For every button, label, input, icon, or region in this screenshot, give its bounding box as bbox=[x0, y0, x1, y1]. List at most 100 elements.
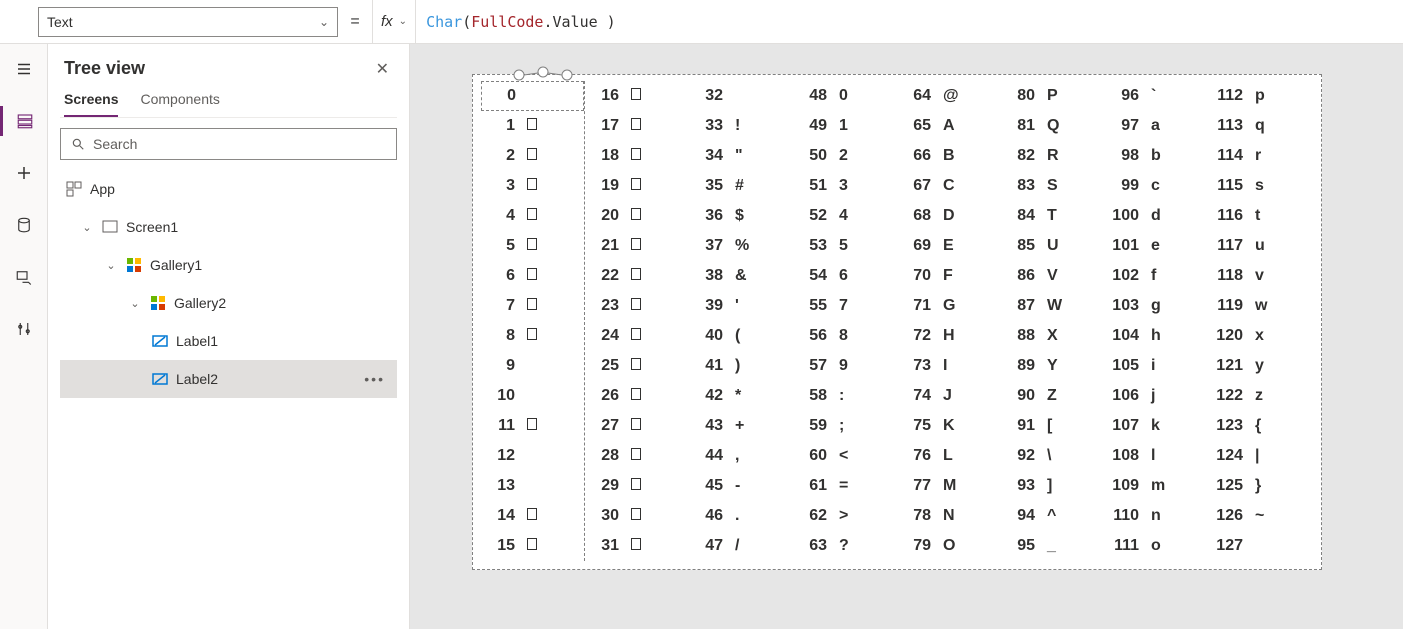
ascii-code: 51 bbox=[793, 177, 827, 195]
ascii-char: , bbox=[723, 447, 751, 465]
ascii-code: 54 bbox=[793, 267, 827, 285]
ascii-char: r bbox=[1243, 147, 1271, 165]
ascii-char: Q bbox=[1035, 117, 1063, 135]
ascii-cell: 557 bbox=[793, 291, 897, 321]
ascii-cell: 34" bbox=[689, 141, 793, 171]
ascii-char bbox=[515, 297, 543, 315]
tree-node-gallery2[interactable]: ⌄ Gallery2 bbox=[60, 284, 397, 322]
ascii-char bbox=[515, 327, 543, 345]
tree-node-gallery1[interactable]: ⌄ Gallery1 bbox=[60, 246, 397, 284]
search-input[interactable]: Search bbox=[60, 128, 397, 160]
close-icon[interactable]: ✕ bbox=[376, 59, 389, 79]
ascii-cell: 6 bbox=[481, 261, 584, 291]
tree-node-label2[interactable]: Label2 ••• bbox=[60, 360, 397, 398]
ascii-cell: 120x bbox=[1209, 321, 1313, 351]
formula-input[interactable]: Char ( FullCode .Value ) bbox=[415, 0, 1403, 43]
tab-screens[interactable]: Screens bbox=[64, 91, 118, 117]
ascii-char bbox=[515, 147, 543, 165]
gallery-preview[interactable]: 0123456789101112131415161718192021222324… bbox=[472, 74, 1322, 570]
ascii-code: 115 bbox=[1209, 177, 1243, 195]
property-selector-value: Text bbox=[47, 14, 73, 30]
chevron-down-icon[interactable]: ⌄ bbox=[80, 221, 94, 234]
ascii-code: 25 bbox=[585, 357, 619, 375]
ascii-cell: 80P bbox=[1001, 81, 1105, 111]
ascii-cell: 579 bbox=[793, 351, 897, 381]
ascii-code: 75 bbox=[897, 417, 931, 435]
ascii-char: C bbox=[931, 177, 959, 195]
ascii-char: M bbox=[931, 477, 959, 495]
tree-node-label1[interactable]: Label1 bbox=[60, 322, 397, 360]
ascii-cell: 127 bbox=[1209, 531, 1313, 561]
ascii-char: Z bbox=[1035, 387, 1063, 405]
ascii-code: 17 bbox=[585, 117, 619, 135]
ascii-code: 112 bbox=[1209, 87, 1243, 105]
ascii-code: 98 bbox=[1105, 147, 1139, 165]
more-icon[interactable]: ••• bbox=[364, 371, 385, 387]
ascii-cell: 107k bbox=[1105, 411, 1209, 441]
ascii-cell: 95_ bbox=[1001, 531, 1105, 561]
ascii-cell: 123{ bbox=[1209, 411, 1313, 441]
ascii-cell: 58: bbox=[793, 381, 897, 411]
ascii-cell: 27 bbox=[585, 411, 689, 441]
ascii-char: } bbox=[1243, 477, 1271, 495]
ascii-char bbox=[515, 417, 543, 435]
fx-button[interactable]: fx ⌄ bbox=[372, 0, 415, 43]
ascii-code: 55 bbox=[793, 297, 827, 315]
ascii-char: = bbox=[827, 477, 855, 495]
ascii-char: O bbox=[931, 537, 959, 555]
ascii-cell: 64@ bbox=[897, 81, 1001, 111]
ascii-cell: 23 bbox=[585, 291, 689, 321]
ascii-code: 90 bbox=[1001, 387, 1035, 405]
tree-view-icon[interactable] bbox=[0, 106, 48, 136]
ascii-code: 22 bbox=[585, 267, 619, 285]
ascii-cell: 92\ bbox=[1001, 441, 1105, 471]
media-icon[interactable] bbox=[0, 262, 48, 292]
ascii-char: k bbox=[1139, 417, 1167, 435]
ascii-code: 73 bbox=[897, 357, 931, 375]
ascii-cell: 8 bbox=[481, 321, 584, 351]
ascii-char: P bbox=[1035, 87, 1063, 105]
chevron-down-icon[interactable]: ⌄ bbox=[104, 259, 118, 272]
tree-node-screen1[interactable]: ⌄ Screen1 bbox=[60, 208, 397, 246]
ascii-code: 5 bbox=[481, 237, 515, 255]
ascii-code: 93 bbox=[1001, 477, 1035, 495]
ascii-code: 126 bbox=[1209, 507, 1243, 525]
design-canvas[interactable]: 0123456789101112131415161718192021222324… bbox=[410, 44, 1403, 629]
tools-icon[interactable] bbox=[0, 314, 48, 344]
insert-icon[interactable] bbox=[0, 158, 48, 188]
formula-token-ident: FullCode bbox=[471, 13, 543, 31]
data-icon[interactable] bbox=[0, 210, 48, 240]
ascii-cell: 109m bbox=[1105, 471, 1209, 501]
ascii-code: 68 bbox=[897, 207, 931, 225]
ascii-cell: 102f bbox=[1105, 261, 1209, 291]
ascii-cell: 42* bbox=[689, 381, 793, 411]
ascii-char: ! bbox=[723, 117, 751, 135]
ascii-cell: 121y bbox=[1209, 351, 1313, 381]
hamburger-icon[interactable] bbox=[0, 54, 48, 84]
ascii-char: i bbox=[1139, 357, 1167, 375]
ascii-char bbox=[619, 117, 647, 135]
ascii-char: J bbox=[931, 387, 959, 405]
tab-components[interactable]: Components bbox=[140, 91, 219, 117]
tree-node-app[interactable]: App bbox=[60, 170, 397, 208]
ascii-code: 42 bbox=[689, 387, 723, 405]
ascii-char: m bbox=[1139, 477, 1167, 495]
ascii-code: 69 bbox=[897, 237, 931, 255]
ascii-code: 7 bbox=[481, 297, 515, 315]
ascii-char: ) bbox=[723, 357, 751, 375]
ascii-cell: 66B bbox=[897, 141, 1001, 171]
ascii-char: 5 bbox=[827, 237, 855, 255]
ascii-code: 10 bbox=[481, 387, 515, 405]
ascii-code: 74 bbox=[897, 387, 931, 405]
ascii-column: 96`97a98b99c100d101e102f103g104h105i106j… bbox=[1105, 81, 1209, 561]
chevron-down-icon[interactable]: ⌄ bbox=[128, 297, 142, 310]
property-selector[interactable]: Text ⌄ bbox=[38, 7, 338, 37]
ascii-char bbox=[619, 447, 647, 465]
ascii-code: 38 bbox=[689, 267, 723, 285]
ascii-cell: 70F bbox=[897, 261, 1001, 291]
ascii-code: 96 bbox=[1105, 87, 1139, 105]
ascii-code: 19 bbox=[585, 177, 619, 195]
ascii-column: 48049150251352453554655756857958:59;60<6… bbox=[793, 81, 897, 561]
ascii-code: 13 bbox=[481, 477, 515, 495]
ascii-char bbox=[515, 507, 543, 525]
